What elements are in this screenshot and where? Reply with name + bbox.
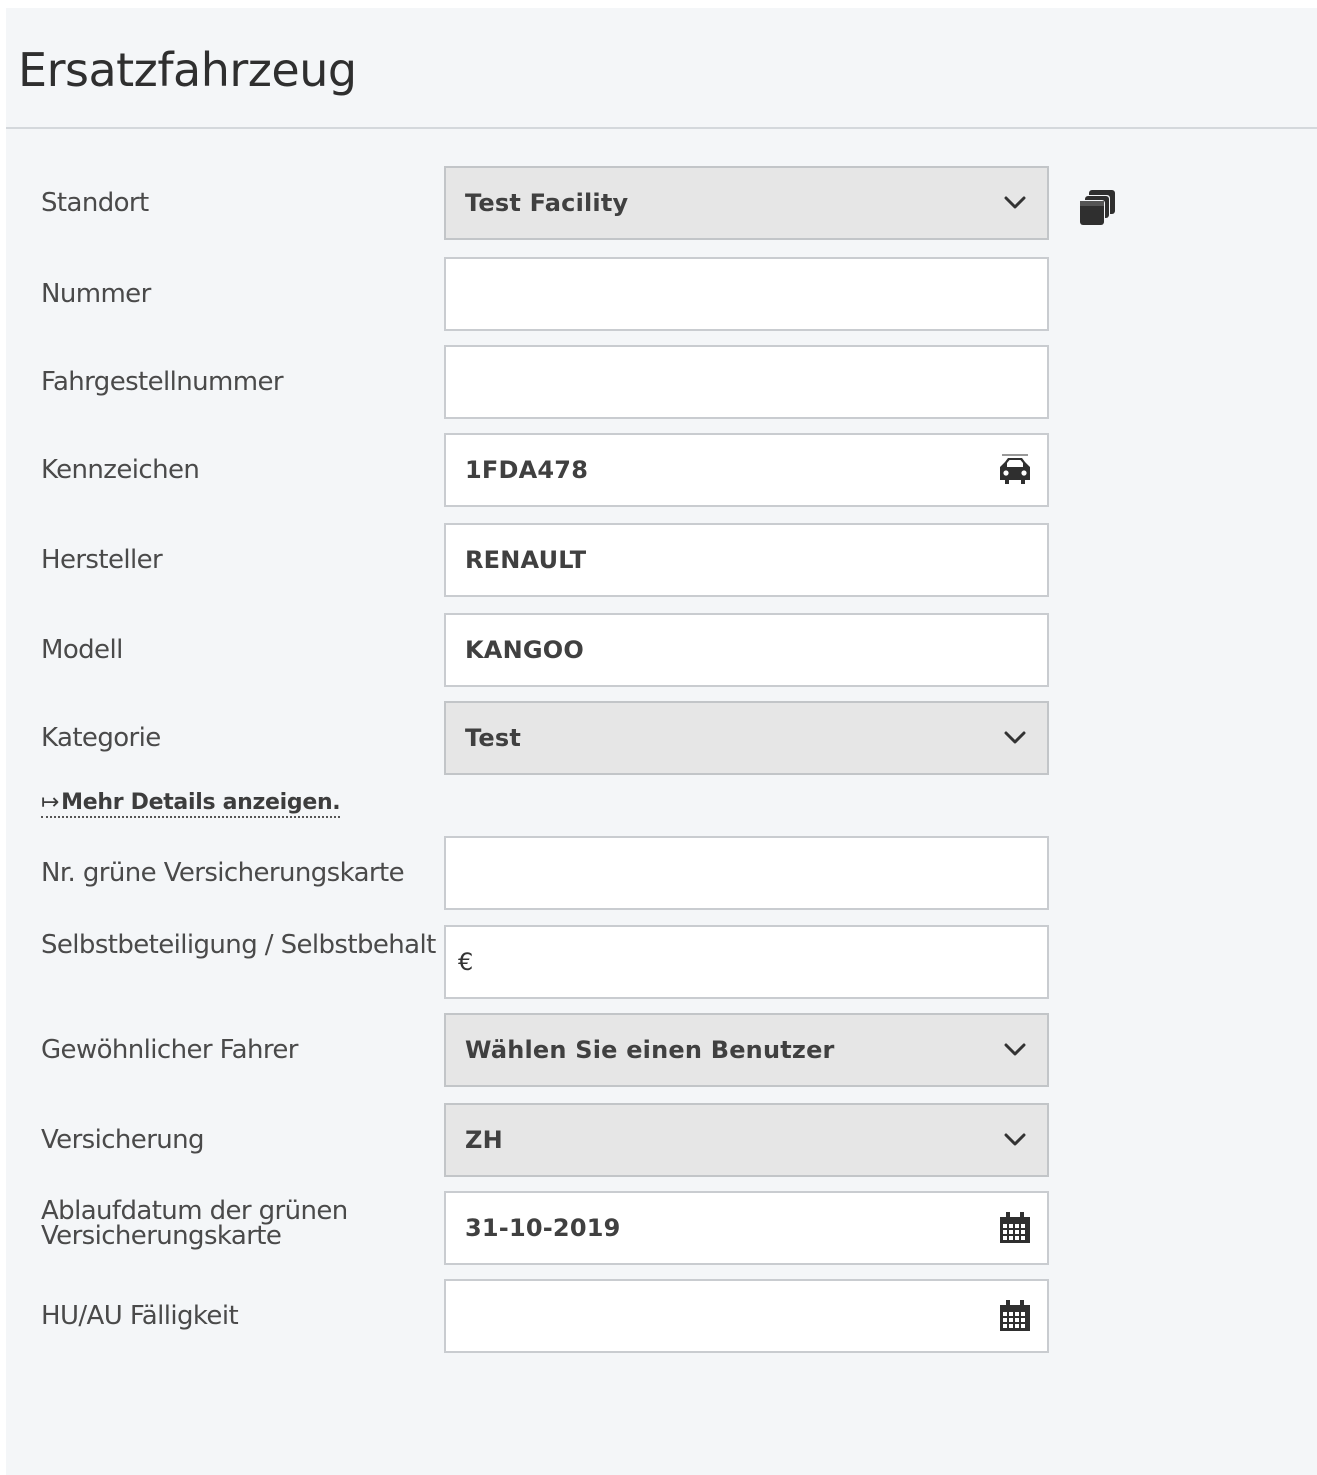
standort-selected-value: Test Facility — [465, 189, 629, 217]
kategorie-label: Kategorie — [41, 722, 161, 753]
calendar-icon[interactable] — [995, 1281, 1035, 1351]
ablaufdatum-input[interactable]: 31-10-2019 — [444, 1191, 1049, 1265]
versicherung-label: Versicherung — [41, 1124, 205, 1155]
versicherung-select[interactable]: ZH — [444, 1103, 1049, 1177]
selbstbeteiligung-input[interactable]: € — [444, 925, 1049, 999]
nummer-input[interactable] — [444, 257, 1049, 331]
fahrer-label: Gewöhnlicher Fahrer — [41, 1034, 298, 1065]
copy-stack-icon — [1077, 188, 1117, 232]
chevron-down-icon — [995, 703, 1035, 773]
copy-button[interactable] — [1075, 188, 1119, 232]
row-versicherung: Versicherung ZH — [6, 1103, 1317, 1177]
row-fahrgestellnummer: Fahrgestellnummer — [6, 345, 1317, 419]
row-kategorie: Kategorie Test — [6, 701, 1317, 775]
ablaufdatum-value: 31-10-2019 — [465, 1214, 621, 1242]
hersteller-value: RENAULT — [465, 546, 587, 574]
hu-au-input[interactable] — [444, 1279, 1049, 1353]
hersteller-input[interactable]: RENAULT — [444, 523, 1049, 597]
euro-currency-prefix: € — [458, 948, 474, 976]
chevron-down-icon — [995, 168, 1035, 238]
chevron-down-icon — [995, 1105, 1035, 1175]
chevron-down-icon — [995, 1015, 1035, 1085]
fahrgestellnummer-label: Fahrgestellnummer — [41, 366, 284, 397]
kategorie-selected-value: Test — [465, 724, 522, 752]
hu-au-label: HU/AU Fälligkeit — [41, 1300, 239, 1331]
selbstbeteiligung-label: Selbstbeteiligung / Selbstbehalt — [41, 930, 436, 960]
calendar-icon[interactable] — [995, 1193, 1035, 1263]
kennzeichen-label: Kennzeichen — [41, 454, 200, 485]
row-selbstbeteiligung: Selbstbeteiligung / Selbstbehalt € — [6, 925, 1317, 999]
more-details-label: Mehr Details anzeigen. — [61, 790, 341, 815]
row-hu-au: HU/AU Fälligkeit — [6, 1279, 1317, 1353]
car-icon[interactable] — [995, 435, 1035, 505]
arrow-right-icon: ↦ — [41, 790, 60, 815]
gruene-karte-nr-input[interactable] — [444, 836, 1049, 910]
row-hersteller: Hersteller RENAULT — [6, 523, 1317, 597]
row-gruene-karte-nr: Nr. grüne Versicherungskarte — [6, 836, 1317, 910]
fahrgestellnummer-input[interactable] — [444, 345, 1049, 419]
modell-value: KANGOO — [465, 636, 584, 664]
kennzeichen-input[interactable]: 1FDA478 — [444, 433, 1049, 507]
row-modell: Modell KANGOO — [6, 613, 1317, 687]
fahrer-select[interactable]: Wählen Sie einen Benutzer — [444, 1013, 1049, 1087]
standort-select[interactable]: Test Facility — [444, 166, 1049, 240]
fahrer-selected-value: Wählen Sie einen Benutzer — [465, 1036, 835, 1064]
kategorie-select[interactable]: Test — [444, 701, 1049, 775]
row-standort: Standort Test Facility — [6, 166, 1317, 240]
hersteller-label: Hersteller — [41, 544, 163, 575]
ablaufdatum-label: Ablaufdatum der grünen Versicherungskart… — [41, 1196, 348, 1251]
replacement-vehicle-panel: Ersatzfahrzeug Standort Test Facility Nu… — [6, 8, 1317, 1475]
panel-header: Ersatzfahrzeug — [6, 8, 1317, 129]
gruene-karte-nr-label: Nr. grüne Versicherungskarte — [41, 857, 405, 888]
page-title: Ersatzfahrzeug — [18, 43, 357, 97]
kennzeichen-value: 1FDA478 — [465, 456, 589, 484]
row-fahrer: Gewöhnlicher Fahrer Wählen Sie einen Ben… — [6, 1013, 1317, 1087]
row-ablaufdatum: Ablaufdatum der grünen Versicherungskart… — [6, 1191, 1317, 1265]
modell-label: Modell — [41, 634, 123, 665]
standort-label: Standort — [41, 187, 149, 218]
more-details-link[interactable]: ↦Mehr Details anzeigen. — [41, 790, 341, 818]
row-kennzeichen: Kennzeichen 1FDA478 — [6, 433, 1317, 507]
modell-input[interactable]: KANGOO — [444, 613, 1049, 687]
versicherung-selected-value: ZH — [465, 1126, 503, 1154]
nummer-label: Nummer — [41, 278, 151, 309]
row-nummer: Nummer — [6, 257, 1317, 331]
